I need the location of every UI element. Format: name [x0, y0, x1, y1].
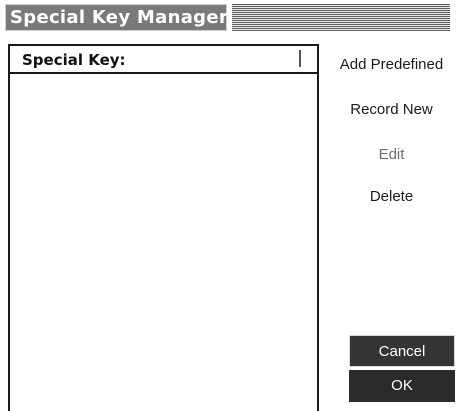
- cancel-button[interactable]: Cancel: [349, 335, 455, 367]
- record-new-button[interactable]: Record New: [330, 100, 453, 120]
- add-predefined-button[interactable]: Add Predefined: [330, 55, 453, 75]
- special-key-list[interactable]: Special Key:: [8, 44, 319, 411]
- title-bar-pattern[interactable]: [232, 4, 450, 31]
- column-resize-handle[interactable]: [299, 50, 301, 67]
- edit-button[interactable]: Edit: [330, 145, 453, 165]
- column-header-special-key[interactable]: Special Key:: [22, 50, 126, 70]
- title-bar: Special Key Manager: [0, 0, 457, 36]
- window-title: Special Key Manager: [10, 7, 229, 28]
- window-title-box: Special Key Manager: [5, 4, 229, 31]
- ok-button[interactable]: OK: [349, 370, 455, 402]
- delete-button[interactable]: Delete: [330, 187, 453, 207]
- list-body[interactable]: [10, 74, 317, 411]
- list-header[interactable]: Special Key:: [10, 46, 317, 74]
